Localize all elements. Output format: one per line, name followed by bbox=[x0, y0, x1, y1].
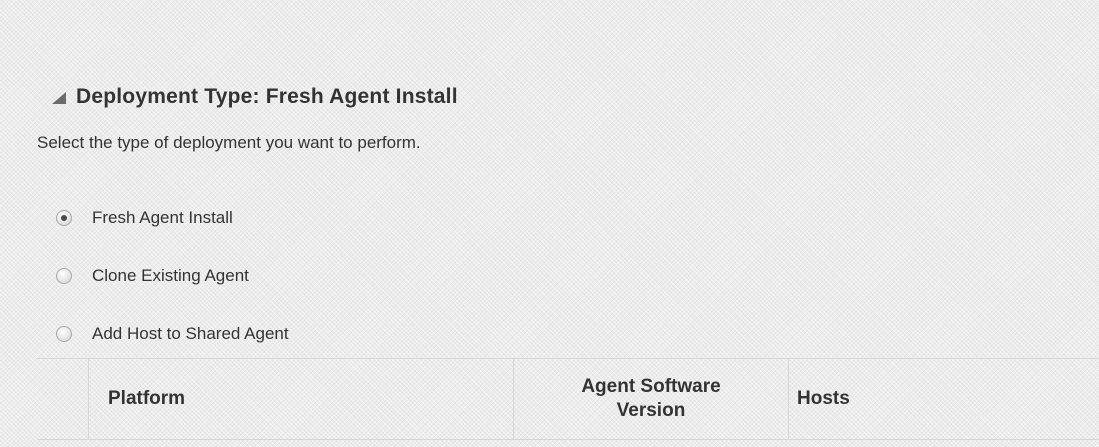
radio-option-fresh-agent-install[interactable]: Fresh Agent Install bbox=[56, 204, 289, 232]
radio-button-checked-icon[interactable] bbox=[56, 210, 72, 226]
deployment-type-radio-group: Fresh Agent Install Clone Existing Agent… bbox=[56, 204, 289, 348]
instruction-text: Select the type of deployment you want t… bbox=[37, 133, 421, 152]
radio-label[interactable]: Add Host to Shared Agent bbox=[92, 324, 289, 344]
row-selector-column-header bbox=[37, 359, 89, 439]
radio-option-add-host-to-shared-agent[interactable]: Add Host to Shared Agent bbox=[56, 320, 289, 348]
radio-option-clone-existing-agent[interactable]: Clone Existing Agent bbox=[56, 262, 289, 290]
radio-label[interactable]: Fresh Agent Install bbox=[92, 208, 233, 228]
radio-button-unchecked-icon[interactable] bbox=[56, 268, 72, 284]
column-header-agent-software-version[interactable]: Agent Software Version bbox=[514, 359, 789, 439]
platform-table-header: Platform Agent Software Version Hosts bbox=[37, 358, 1099, 440]
disclosure-triangle-icon[interactable] bbox=[52, 92, 66, 104]
section-title: Deployment Type: Fresh Agent Install bbox=[76, 85, 458, 108]
column-header-hosts[interactable]: Hosts bbox=[789, 359, 1099, 439]
column-header-platform[interactable]: Platform bbox=[89, 359, 514, 439]
section-header[interactable]: Deployment Type: Fresh Agent Install bbox=[52, 82, 458, 112]
radio-button-unchecked-icon[interactable] bbox=[56, 326, 72, 342]
radio-label[interactable]: Clone Existing Agent bbox=[92, 266, 249, 286]
